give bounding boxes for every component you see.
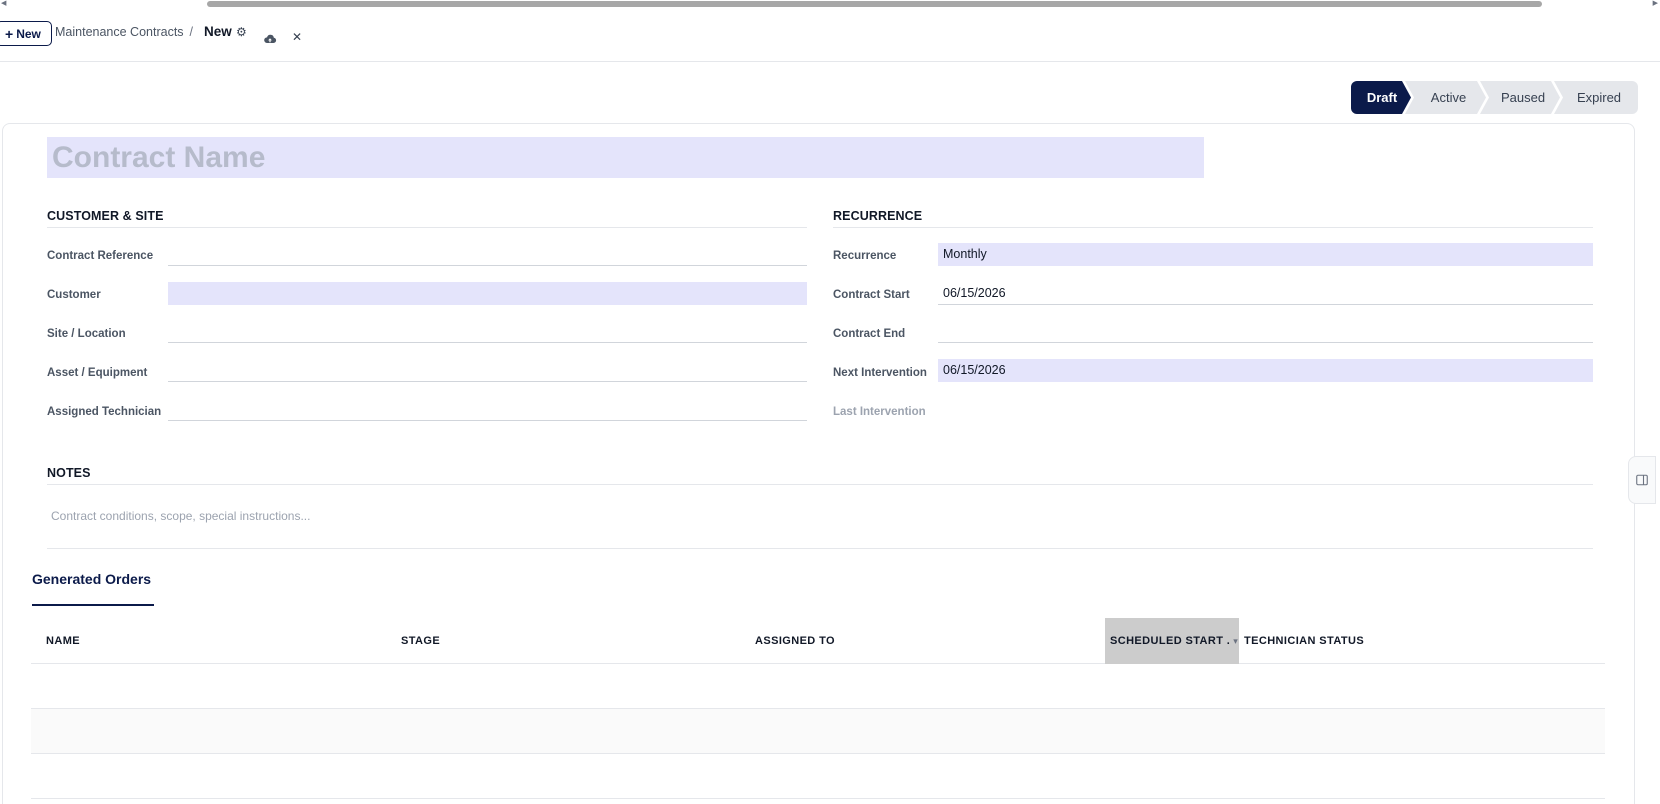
plus-icon: + [5, 25, 14, 42]
panel-toggle-icon [1636, 474, 1648, 486]
contract-end-label: Contract End [833, 328, 906, 340]
stage-active[interactable]: Active [1405, 81, 1486, 114]
last-intervention-label: Last Intervention [833, 406, 926, 418]
column-header-scheduled-start[interactable]: SCHEDULED START . ▾ [1105, 618, 1239, 664]
horizontal-scrollbar[interactable]: ◀ ▶ [0, 0, 1660, 8]
next-intervention-label: Next Intervention [833, 367, 927, 379]
notes-textarea[interactable]: Contract conditions, scope, special inst… [51, 509, 310, 523]
column-header-technician-status[interactable]: TECHNICIAN STATUS [1244, 618, 1364, 664]
new-button-label: New [16, 26, 41, 41]
control-panel: + New Maintenance Contracts / New ⚙ ✕ [0, 8, 1660, 62]
column-header-scheduled-start-label: SCHEDULED START . [1110, 635, 1231, 647]
contract-name-input[interactable]: Contract Name [47, 137, 1204, 178]
scroll-left-arrow-icon[interactable]: ◀ [1, 0, 6, 8]
chevron-down-icon: ▾ [1233, 635, 1239, 646]
column-header-stage[interactable]: STAGE [401, 618, 440, 664]
side-panel-toggle[interactable] [1628, 456, 1656, 504]
stage-paused[interactable]: Paused [1480, 81, 1560, 114]
table-row [31, 754, 1605, 799]
table-row [31, 709, 1605, 754]
scrollbar-thumb[interactable] [207, 1, 1542, 7]
assigned-technician-input[interactable] [168, 398, 807, 421]
contract-start-input[interactable]: 06/15/2026 [938, 282, 1593, 305]
group-divider [833, 227, 1593, 228]
form-view: ◀ ▶ + New Maintenance Contracts / New ⚙ … [0, 0, 1660, 804]
site-location-label: Site / Location [47, 328, 126, 340]
scroll-right-arrow-icon[interactable]: ▶ [1653, 0, 1658, 8]
breadcrumb-separator: / [189, 25, 194, 39]
customer-label: Customer [47, 289, 101, 301]
stage-expired[interactable]: Expired [1554, 81, 1638, 114]
stage-draft[interactable]: Draft [1351, 81, 1411, 114]
notes-bottom-border [47, 548, 1593, 549]
column-header-name[interactable]: NAME [46, 618, 80, 664]
assigned-technician-label: Assigned Technician [47, 406, 162, 418]
contract-end-input[interactable] [938, 320, 1593, 343]
gear-icon[interactable]: ⚙ [236, 25, 247, 39]
column-header-assigned-to[interactable]: ASSIGNED TO [755, 618, 835, 664]
close-icon[interactable]: ✕ [292, 30, 302, 44]
breadcrumb-parent-link[interactable]: Maintenance Contracts [55, 25, 184, 39]
active-tab-indicator [32, 604, 154, 606]
asset-equipment-label: Asset / Equipment [47, 367, 148, 379]
breadcrumb: Maintenance Contracts / [55, 25, 193, 39]
customer-site-group-title: CUSTOMER & SITE [47, 209, 164, 223]
generated-orders-table: NAME STAGE ASSIGNED TO SCHEDULED START .… [31, 618, 1605, 799]
next-intervention-input[interactable]: 06/15/2026 [938, 359, 1593, 382]
table-header: NAME STAGE ASSIGNED TO SCHEDULED START .… [31, 618, 1605, 664]
contract-reference-input[interactable] [168, 243, 807, 266]
recurrence-group-title: RECURRENCE [833, 209, 923, 223]
recurrence-label: Recurrence [833, 250, 897, 262]
new-button[interactable]: + New [0, 21, 52, 46]
status-bar: Draft Active Paused Expired [1351, 81, 1638, 114]
group-divider [47, 484, 1593, 485]
asset-equipment-input[interactable] [168, 359, 807, 382]
current-record-title: New [204, 24, 232, 39]
group-divider [47, 227, 807, 228]
customer-input[interactable] [168, 282, 807, 305]
cloud-upload-icon[interactable] [263, 32, 277, 46]
recurrence-select[interactable]: Monthly [938, 243, 1593, 266]
tab-generated-orders[interactable]: Generated Orders [32, 571, 151, 587]
contract-start-label: Contract Start [833, 289, 910, 301]
site-location-input[interactable] [168, 320, 807, 343]
contract-reference-label: Contract Reference [47, 250, 154, 262]
notes-group-title: NOTES [47, 466, 91, 480]
table-row [31, 664, 1605, 709]
